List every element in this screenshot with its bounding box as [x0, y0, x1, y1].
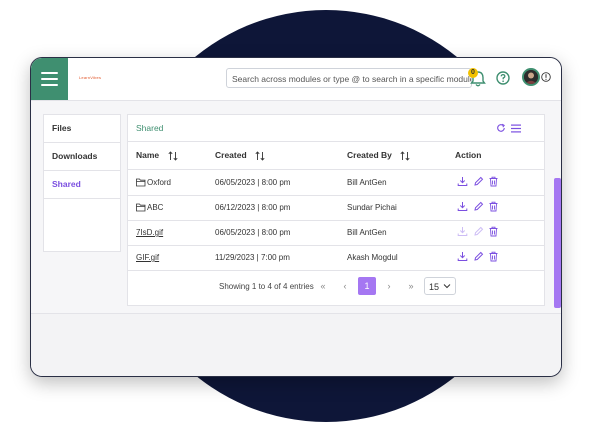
last-page-button[interactable]: » — [402, 277, 420, 295]
page-number-button[interactable]: 1 — [358, 277, 376, 295]
column-header-action: Action — [455, 150, 482, 160]
table-row[interactable]: ABC 06/12/2023 | 8:00 pm Sundar Pichai — [128, 195, 544, 221]
panel-title: Shared — [136, 123, 164, 133]
pagination-summary: Showing 1 to 4 of 4 entries — [219, 282, 314, 291]
table-row[interactable]: 7IsD.gif 06/05/2023 | 8:00 pm Bill AntGe… — [128, 220, 544, 246]
trash-icon[interactable] — [488, 251, 499, 262]
sidebar-item-downloads[interactable]: Downloads — [44, 143, 120, 171]
footer-area — [31, 313, 561, 376]
sidebar-item-shared[interactable]: Shared — [44, 171, 120, 199]
edit-icon[interactable] — [473, 251, 484, 262]
download-icon[interactable] — [457, 226, 468, 237]
column-header-created-by[interactable]: Created By — [347, 150, 410, 161]
created-date: 11/29/2023 | 7:00 pm — [215, 253, 290, 262]
top-bar: LearnVibes Search across modules or type… — [31, 58, 561, 101]
shared-panel: Shared Name Created Created By Action Ox… — [127, 114, 545, 306]
edit-icon[interactable] — [473, 201, 484, 212]
column-header-name[interactable]: Name — [136, 150, 178, 161]
sort-icon[interactable] — [168, 151, 178, 161]
column-label: Name — [136, 150, 160, 160]
refresh-icon[interactable] — [496, 123, 506, 133]
first-page-button[interactable]: « — [314, 277, 332, 295]
edit-icon[interactable] — [473, 226, 484, 237]
edit-icon[interactable] — [473, 176, 484, 187]
user-silhouette-icon — [524, 70, 538, 84]
sort-icon[interactable] — [255, 151, 265, 161]
page-size-select[interactable]: 15 — [424, 277, 456, 295]
scrollbar[interactable] — [554, 178, 561, 308]
menu-line — [41, 84, 58, 86]
chevron-down-icon — [443, 284, 451, 289]
search-input[interactable]: Search across modules or type @ to searc… — [226, 68, 472, 88]
created-by: Sundar Pichai — [347, 203, 397, 212]
file-name[interactable]: 7IsD.gif — [136, 228, 163, 237]
column-label: Created By — [347, 150, 392, 160]
sidebar: Files Downloads Shared — [43, 114, 121, 252]
info-icon[interactable] — [541, 72, 551, 82]
hamburger-menu-button[interactable] — [31, 58, 68, 100]
file-name[interactable]: ABC — [147, 203, 163, 212]
download-icon[interactable] — [457, 176, 468, 187]
created-date: 06/05/2023 | 8:00 pm — [215, 178, 291, 187]
column-label: Created — [215, 150, 247, 160]
download-icon[interactable] — [457, 251, 468, 262]
sidebar-item-files[interactable]: Files — [44, 115, 120, 143]
download-icon[interactable] — [457, 201, 468, 212]
trash-icon[interactable] — [488, 176, 499, 187]
help-icon[interactable] — [496, 71, 510, 85]
created-date: 06/05/2023 | 8:00 pm — [215, 228, 291, 237]
panel-header: Shared — [128, 115, 544, 142]
prev-page-button[interactable]: ‹ — [336, 277, 354, 295]
file-name[interactable]: Oxford — [147, 178, 171, 187]
column-header-created[interactable]: Created — [215, 150, 265, 161]
trash-icon[interactable] — [488, 201, 499, 212]
notification-badge: 0 — [468, 68, 478, 78]
sort-icon[interactable] — [400, 151, 410, 161]
table-header: Name Created Created By Action — [128, 141, 544, 170]
folder-icon — [136, 203, 146, 212]
pagination: Showing 1 to 4 of 4 entries « ‹ 1 › » 15 — [128, 273, 544, 301]
user-avatar[interactable] — [522, 68, 540, 86]
file-name[interactable]: GIF.gif — [136, 253, 159, 262]
created-date: 06/12/2023 | 8:00 pm — [215, 203, 291, 212]
created-by: Akash Mogdul — [347, 253, 398, 262]
folder-icon — [136, 178, 146, 187]
list-menu-icon[interactable] — [511, 124, 521, 133]
created-by: Bill AntGen — [347, 228, 387, 237]
page-size-value: 15 — [429, 282, 440, 292]
next-page-button[interactable]: › — [380, 277, 398, 295]
app-window: LearnVibes Search across modules or type… — [30, 57, 562, 377]
table-row[interactable]: GIF.gif 11/29/2023 | 7:00 pm Akash Mogdu… — [128, 245, 544, 271]
table-row[interactable]: Oxford 06/05/2023 | 8:00 pm Bill AntGen — [128, 170, 544, 196]
trash-icon[interactable] — [488, 226, 499, 237]
logo: LearnVibes — [79, 75, 102, 80]
menu-line — [41, 78, 58, 80]
menu-line — [41, 72, 58, 74]
created-by: Bill AntGen — [347, 178, 387, 187]
